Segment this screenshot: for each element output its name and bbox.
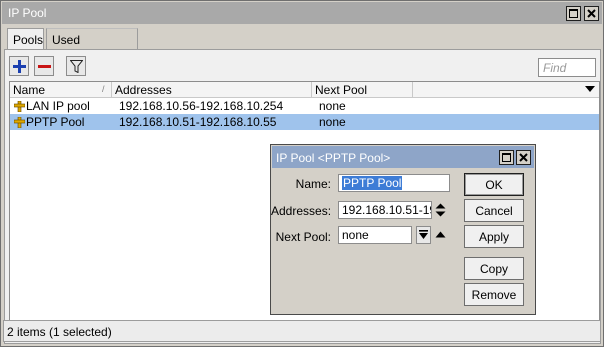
row-name: PPTP Pool — [26, 115, 85, 129]
row-next-pool: none — [319, 99, 346, 113]
ip-pool-dialog: IP Pool <PPTP Pool> Name: PPTP Pool Addr… — [270, 144, 536, 315]
row-addresses: 192.168.10.51-192.168.10.55 — [119, 115, 277, 129]
close-button[interactable] — [584, 6, 599, 21]
row-name: LAN IP pool — [26, 99, 90, 113]
plus-icon — [13, 60, 26, 73]
next-pool-label: Next Pool: — [275, 230, 331, 244]
remove-next-pool-arrow-icon[interactable] — [435, 231, 446, 238]
name-field[interactable]: PPTP Pool — [338, 174, 450, 192]
row-next-pool: none — [319, 115, 346, 129]
add-button[interactable] — [9, 56, 29, 76]
close-icon — [587, 9, 596, 18]
status-bar: 2 items (1 selected) — [3, 320, 601, 342]
remove-pool-button[interactable]: Remove — [464, 283, 524, 306]
window-title-bar[interactable]: IP Pool — [2, 2, 602, 24]
dialog-title-bar[interactable]: IP Pool <PPTP Pool> — [272, 146, 534, 168]
copy-button[interactable]: Copy — [464, 257, 524, 280]
column-header-name-label: Name — [13, 83, 46, 97]
ok-button[interactable]: OK — [464, 173, 524, 196]
name-label: Name: — [295, 177, 331, 191]
tab-used-addresses[interactable]: Used Addresses — [46, 28, 138, 61]
table-header: Name / Addresses Next Pool — [10, 82, 599, 98]
addresses-field[interactable]: 192.168.10.51-192.168.10.55 — [338, 201, 432, 219]
sort-indicator-icon: / — [102, 84, 105, 94]
find-input[interactable]: Find — [538, 58, 596, 77]
row-name-cell: LAN IP pool — [13, 98, 110, 114]
pool-icon — [13, 116, 26, 129]
column-menu-icon[interactable] — [585, 86, 595, 93]
maximize-icon — [569, 9, 578, 18]
name-field-value: PPTP Pool — [342, 176, 403, 190]
addresses-label: Addresses: — [271, 204, 332, 218]
table-row[interactable]: LAN IP pool 192.168.10.56-192.168.10.254… — [10, 98, 599, 114]
table-row-selected[interactable]: PPTP Pool 192.168.10.51-192.168.10.55 no… — [10, 114, 599, 130]
dialog-maximize-button[interactable] — [499, 150, 514, 165]
ip-pool-window: IP Pool Pools Used Addresses — [0, 0, 604, 347]
column-header-name[interactable]: Name / — [10, 82, 112, 98]
maximize-button[interactable] — [566, 6, 581, 21]
filter-button[interactable] — [66, 56, 86, 76]
next-pool-dropdown-button[interactable] — [416, 226, 431, 244]
filter-icon — [70, 60, 83, 73]
dialog-title: IP Pool <PPTP Pool> — [276, 151, 391, 165]
column-header-addresses[interactable]: Addresses — [112, 82, 312, 98]
maximize-icon — [502, 153, 511, 162]
minus-icon — [38, 65, 51, 68]
cancel-button[interactable]: Cancel — [464, 199, 524, 222]
column-header-empty — [413, 82, 583, 98]
addresses-spinner-icon[interactable] — [435, 203, 446, 217]
close-icon — [519, 153, 528, 162]
pool-icon — [13, 100, 26, 113]
row-name-cell: PPTP Pool — [13, 114, 110, 130]
tab-pools[interactable]: Pools — [7, 28, 44, 51]
next-pool-select[interactable]: none — [338, 226, 412, 244]
apply-button[interactable]: Apply — [464, 225, 524, 248]
remove-button[interactable] — [34, 56, 54, 76]
window-title: IP Pool — [8, 6, 47, 20]
dialog-close-button[interactable] — [516, 150, 531, 165]
column-header-next-pool[interactable]: Next Pool — [312, 82, 413, 98]
dropdown-arrow-icon — [419, 230, 428, 239]
row-addresses: 192.168.10.56-192.168.10.254 — [119, 99, 284, 113]
